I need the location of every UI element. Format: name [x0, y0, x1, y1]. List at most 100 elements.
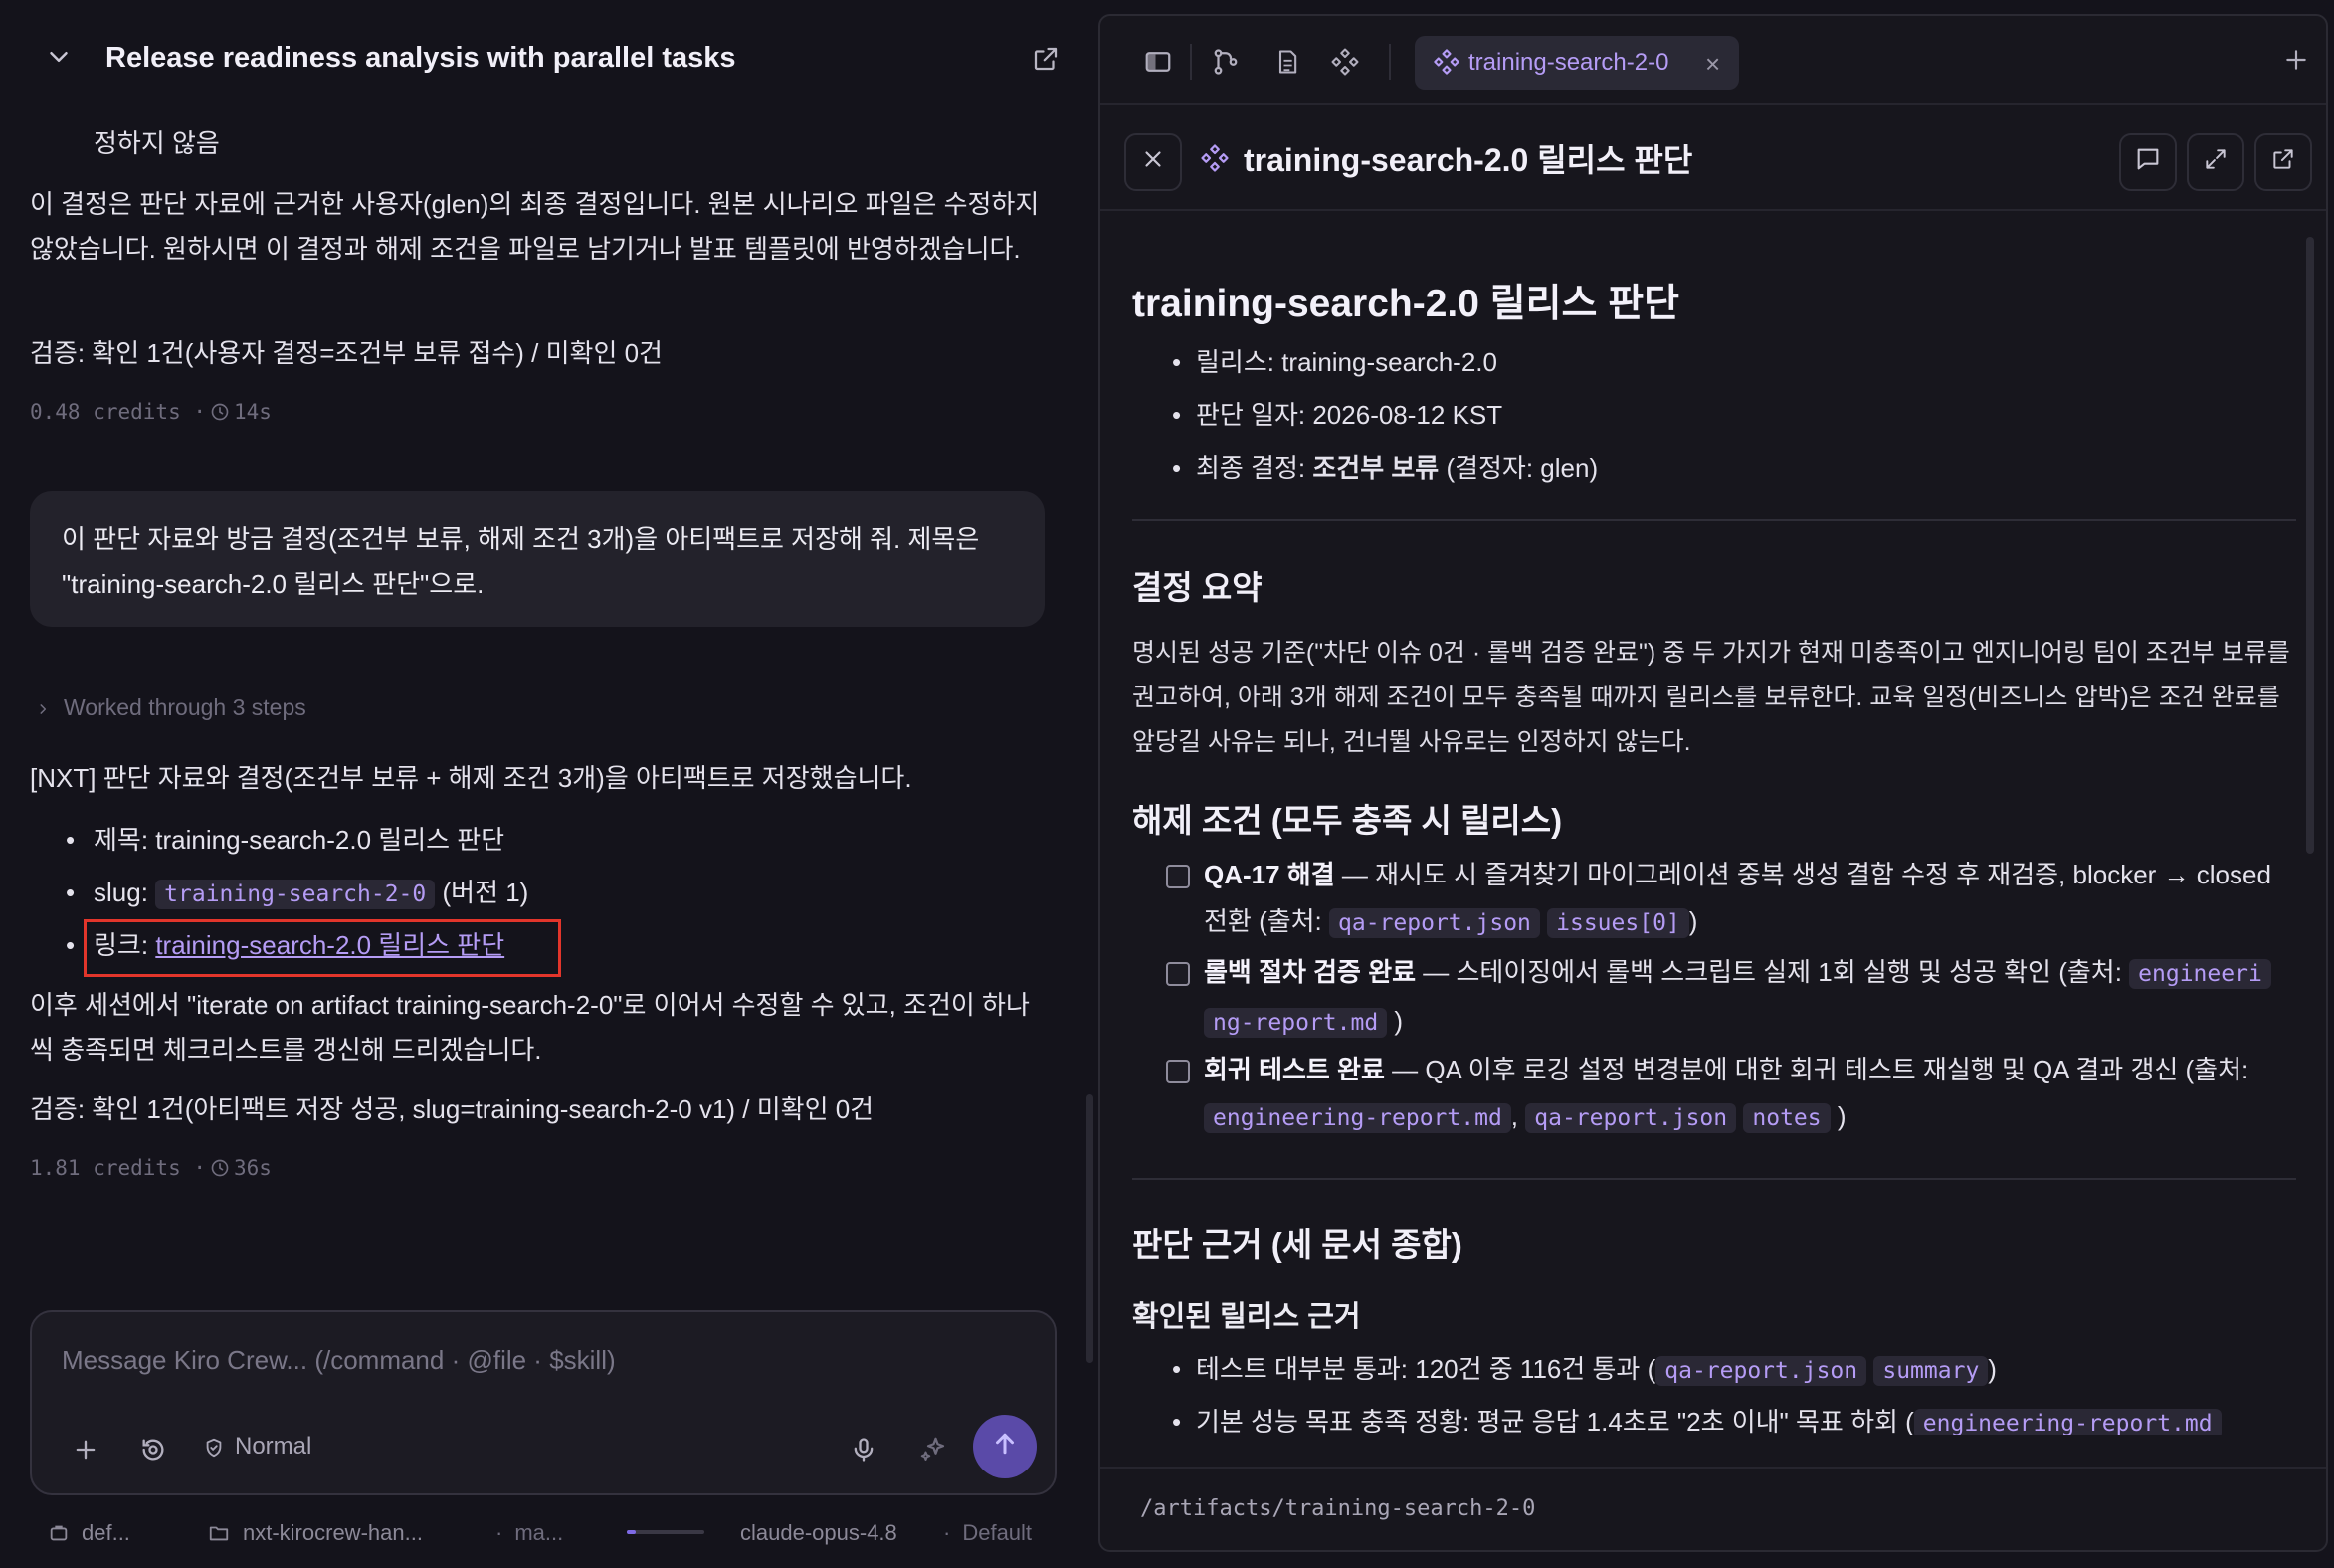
profile-item[interactable]: · Default: [943, 1520, 1032, 1546]
partial-line: 정하지 않음: [94, 128, 220, 158]
condition-checkbox-3[interactable]: [1166, 1060, 1190, 1083]
meta-final-value: 조건부 보류: [1312, 453, 1440, 483]
artifact-title: training-search-2.0 릴리스 판단: [1244, 142, 1693, 178]
conversation-panel: — 수정(이전 조건 확인) 위 조건 문서를 실행할 때만 — 그 이후 사업…: [0, 0, 1084, 1568]
condition-1-end: ): [1688, 906, 1698, 936]
link-highlight-box: [84, 919, 561, 977]
clock-icon: [210, 402, 230, 427]
artifact-document: training-search-2.0 릴리스 판단 릴리스: training…: [1100, 213, 2326, 1435]
clock-icon: [210, 1158, 230, 1183]
condition-checkbox-2[interactable]: [1166, 962, 1190, 986]
conversation-title: Release readiness analysis with parallel…: [105, 42, 736, 74]
artifact-header: training-search-2.0 릴리스 판단: [1100, 107, 2326, 211]
close-icon: [1140, 146, 1166, 179]
expand-button[interactable]: [2187, 133, 2244, 191]
microphone-icon[interactable]: [844, 1430, 883, 1470]
decision-paragraph: 이 결정은 판단 자료에 근거한 사용자(glen)의 최종 결정입니다. 원본…: [30, 189, 1040, 264]
open-external-icon[interactable]: [1031, 44, 1061, 74]
workspace-item[interactable]: def...: [48, 1520, 130, 1546]
artifact-diamonds-icon: [1433, 48, 1460, 83]
slug-version: (버전 1): [442, 878, 529, 907]
folder-item[interactable]: nxt-kirocrew-han...: [207, 1520, 423, 1546]
git-branch-icon[interactable]: [1210, 46, 1242, 78]
list-item: 최종 결정: 조건부 보류 (결정자: glen): [1172, 446, 1598, 498]
code-tag: notes: [1743, 1103, 1831, 1133]
branch-item[interactable]: · ma...: [495, 1520, 563, 1546]
artifact-path: /artifacts/training-search-2-0: [1140, 1496, 1536, 1521]
confirmed-heading: 확인된 릴리스 근거: [1132, 1301, 1361, 1333]
tab-label: training-search-2-0: [1468, 49, 1669, 76]
folder-icon: [209, 1526, 229, 1541]
close-artifact-button[interactable]: [1124, 133, 1182, 191]
condition-2-text: — 스테이징에서 롤백 스크립트 실제 1회 실행 및 성공 확인 (출처:: [1423, 957, 2122, 987]
section-divider: [1132, 1178, 2296, 1180]
message-meta-2: 1.81 credits · 36s: [30, 1156, 272, 1183]
conversation-scrollbar[interactable]: [1086, 1094, 1093, 1363]
mode-selector[interactable]: Normal: [235, 1433, 311, 1461]
tab-divider: [1389, 44, 1391, 80]
credits-1: 0.48 credits ·: [30, 400, 207, 424]
conditions-heading: 해제 조건 (모두 충족 시 릴리스): [1132, 802, 1563, 839]
document-heading: training-search-2.0 릴리스 판단: [1132, 283, 1680, 325]
verification-line-2: 검증: 확인 1건(아티팩트 저장 성공, slug=training-sear…: [30, 1094, 875, 1124]
add-icon[interactable]: [66, 1430, 105, 1470]
sparkle-icon[interactable]: [913, 1430, 953, 1470]
duration-2: 36s: [234, 1156, 272, 1180]
artifact-diamonds-icon[interactable]: [1329, 46, 1361, 78]
artifact-title-text: 제목: training-search-2.0 릴리스 판단: [94, 825, 505, 855]
comment-icon: [2134, 145, 2162, 180]
summary-paragraph: 명시된 성공 기준("차단 이슈 0건 · 롤백 검증 완료") 중 두 가지가…: [1132, 639, 2290, 756]
condition-checkbox-1[interactable]: [1166, 865, 1190, 888]
chevron-right-icon: [36, 694, 50, 721]
context-progress-fill: [627, 1530, 637, 1534]
context-progress-bar: [627, 1530, 704, 1534]
duration-1: 14s: [234, 400, 272, 424]
history-icon[interactable]: [133, 1430, 173, 1470]
slug-code: training-search-2-0: [155, 880, 436, 909]
tab-divider: [1190, 44, 1192, 80]
tab-bar: training-search-2-0 ×: [1100, 16, 2326, 105]
basis-heading: 판단 근거 (세 문서 종합): [1132, 1226, 1462, 1263]
sidebar-toggle-icon[interactable]: [1142, 46, 1174, 78]
conversation-header: Release readiness analysis with parallel…: [0, 0, 1084, 109]
comment-button[interactable]: [2119, 133, 2177, 191]
followup-paragraph: 이후 세션에서 "iterate on artifact training-se…: [30, 990, 1030, 1065]
code-tag: summary: [1873, 1356, 1989, 1386]
meta-date: 판단 일자: 2026-08-12 KST: [1196, 400, 1503, 430]
condition-item-3: 회귀 테스트 완료 — QA 이후 로깅 설정 변경분에 대한 회귀 테스트 재…: [1132, 1047, 2296, 1142]
artifact-diamonds-icon: [1200, 143, 1230, 180]
slug-label: slug:: [94, 878, 148, 907]
basis-1-end: ): [1988, 1354, 1997, 1384]
meta-final-label: 최종 결정:: [1196, 453, 1306, 483]
list-item: 릴리스: training-search-2.0: [1172, 340, 1598, 393]
code-tag: qa-report.json: [1329, 908, 1540, 938]
condition-3-end: ): [1837, 1101, 1847, 1131]
condition-item-2: 롤백 절차 검증 완료 — 스테이징에서 롤백 스크립트 실제 1회 실행 및 …: [1132, 949, 2296, 1047]
worked-steps-label: Worked through 3 steps: [64, 694, 306, 720]
result-intro: [NXT] 판단 자료와 결정(조건부 보류 + 해제 조건 3개)을 아티팩트…: [30, 763, 912, 793]
briefcase-icon: [50, 1525, 68, 1541]
artifact-panel: training-search-2-0 × training-search-2.…: [1098, 14, 2328, 1552]
list-item: 판단 일자: 2026-08-12 KST: [1172, 393, 1598, 446]
condition-3-title: 회귀 테스트 완료: [1204, 1055, 1385, 1084]
condition-2-end: ): [1394, 1006, 1404, 1036]
document-icon[interactable]: [1271, 46, 1303, 78]
document-scrollbar[interactable]: [2306, 237, 2314, 854]
list-item: 기본 성능 목표 충족 정황: 평균 응답 1.4초로 "2초 이내" 목표 하…: [1172, 1400, 2222, 1435]
basis-list: 테스트 대부분 통과: 120건 중 116건 통과 (qa-report.js…: [1172, 1347, 2222, 1435]
send-button[interactable]: [973, 1415, 1037, 1478]
worked-steps-toggle[interactable]: Worked through 3 steps: [36, 694, 306, 721]
message-input[interactable]: [62, 1340, 957, 1380]
branch-label: ma...: [514, 1520, 564, 1545]
open-external-icon: [2270, 146, 2296, 179]
meta-final-suffix: (결정자: glen): [1446, 453, 1599, 483]
verification-line-1: 검증: 확인 1건(사용자 결정=조건부 보류 접수) / 미확인 0건: [30, 338, 663, 368]
model-selector[interactable]: claude-opus-4.8: [740, 1520, 897, 1546]
open-external-button[interactable]: [2254, 133, 2312, 191]
new-tab-button[interactable]: [2280, 44, 2312, 76]
meta-release: 릴리스: training-search-2.0: [1196, 347, 1497, 377]
chevron-down-icon[interactable]: [44, 42, 74, 72]
tab-training-search-2-0[interactable]: training-search-2-0 ×: [1415, 36, 1739, 90]
profile-label: Default: [962, 1520, 1033, 1545]
close-tab-icon[interactable]: ×: [1705, 49, 1720, 80]
